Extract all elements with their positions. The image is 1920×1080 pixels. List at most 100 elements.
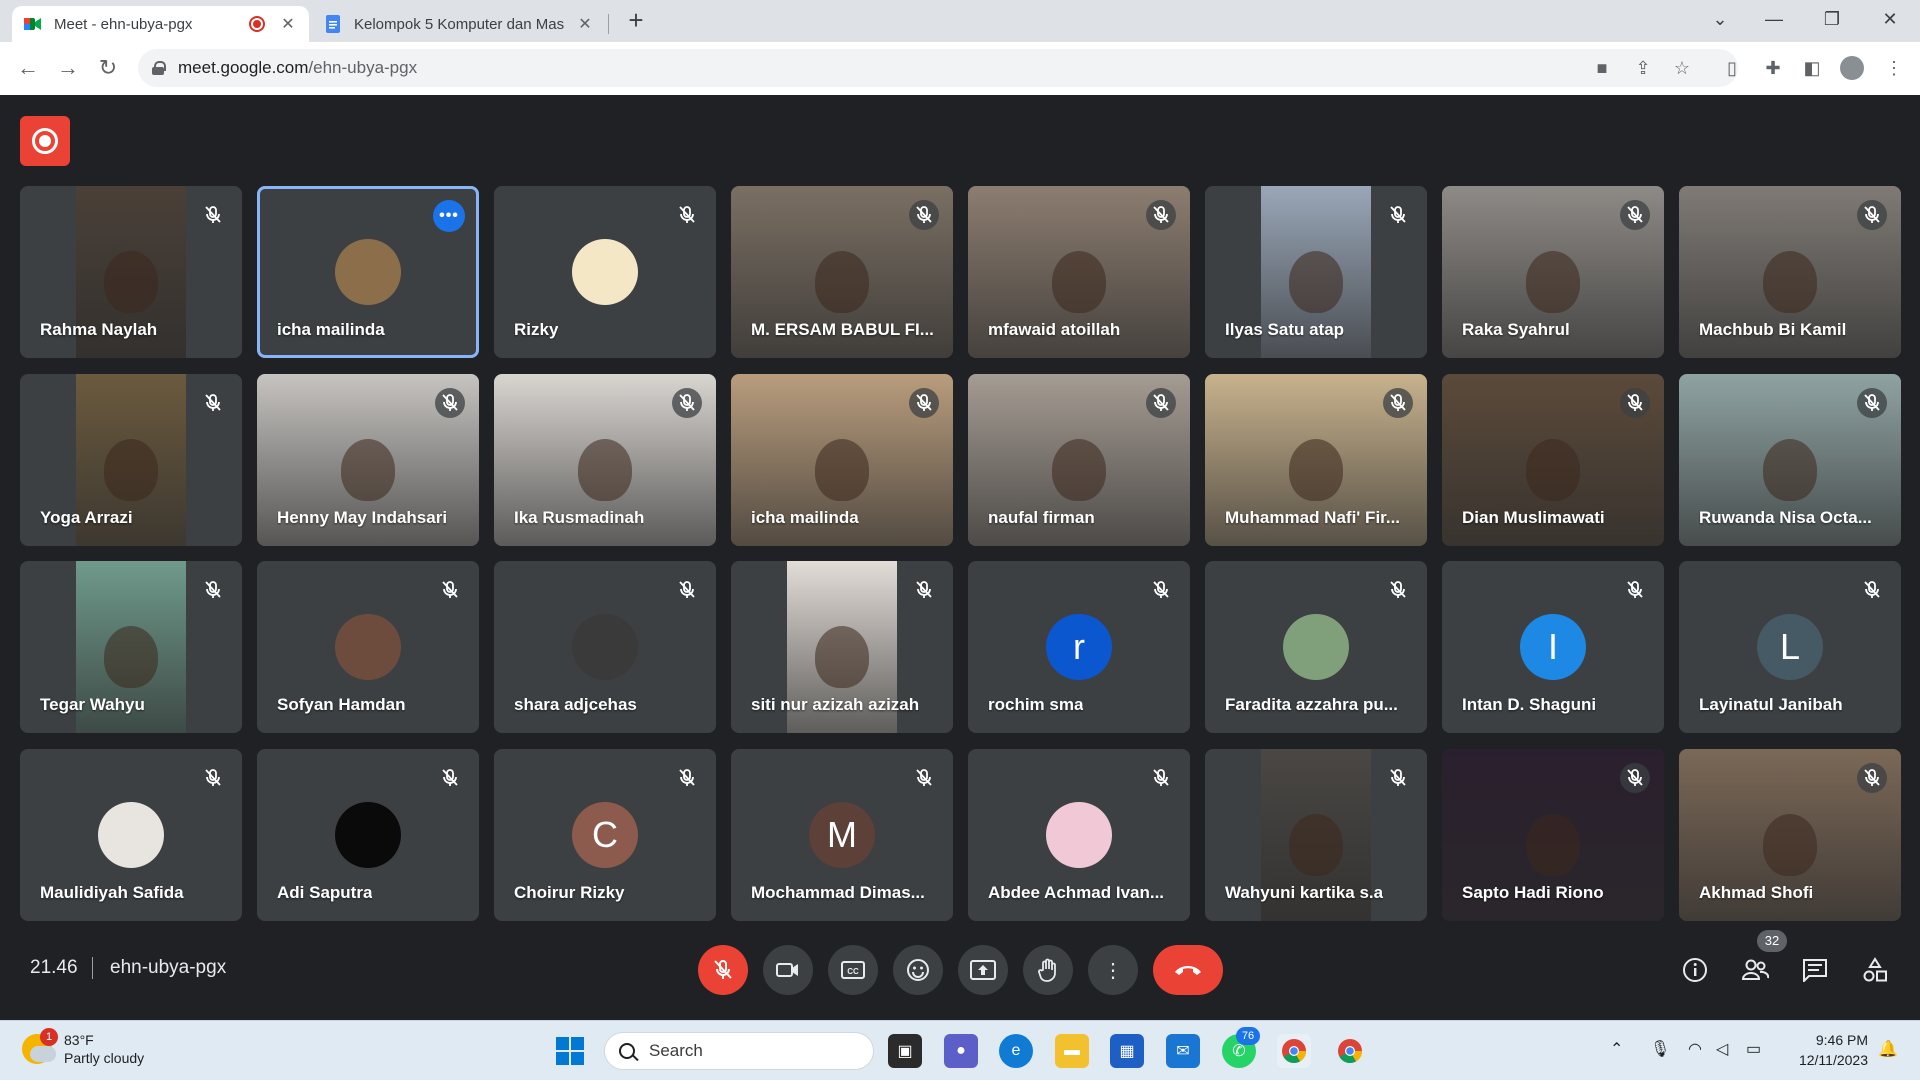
participant-tile[interactable]: Raka Syahrul — [1442, 186, 1664, 358]
participant-tile[interactable]: Maulidiyah Safida — [20, 749, 242, 921]
close-tab-icon[interactable]: ✕ — [576, 14, 594, 34]
weather-widget[interactable]: 1 83°F Partly cloudy — [22, 1028, 144, 1067]
tab-search-icon[interactable]: ⌄ — [1700, 4, 1740, 34]
mail-icon[interactable]: ✉ — [1166, 1034, 1200, 1068]
extensions-puzzle-icon[interactable]: ✚ — [1761, 56, 1785, 80]
new-tab-button[interactable]: + — [622, 6, 650, 34]
chrome-icon[interactable] — [1277, 1034, 1311, 1068]
participant-name: Henny May Indahsari — [277, 508, 448, 527]
participant-tile[interactable]: Dian Muslimawati — [1442, 374, 1664, 546]
wifi-icon[interactable]: ◠ — [1688, 1039, 1702, 1059]
show-hidden-icons-icon[interactable]: ⌃ — [1610, 1039, 1623, 1059]
taskbar-clock[interactable]: 9:46 PM 12/11/2023 — [1780, 1030, 1868, 1070]
minimize-icon[interactable]: — — [1754, 4, 1794, 34]
participant-tile[interactable]: Rizky — [494, 186, 716, 358]
leave-call-button[interactable] — [1153, 945, 1223, 995]
tab-meet[interactable]: Meet - ehn-ubya-pgx ✕ — [12, 6, 309, 42]
camera-in-use-icon[interactable]: ■ — [1590, 56, 1614, 80]
person-silhouette — [341, 439, 395, 502]
recording-badge-icon[interactable] — [20, 116, 70, 166]
task-view-icon[interactable]: ▣ — [888, 1034, 922, 1068]
participant-tile[interactable]: Sapto Hadi Riono — [1442, 749, 1664, 921]
participant-tile[interactable]: naufal firman — [968, 374, 1190, 546]
participant-tile[interactable]: C Choirur Rizky — [494, 749, 716, 921]
side-panel-icon[interactable]: ◧ — [1800, 56, 1824, 80]
start-button[interactable] — [553, 1034, 587, 1068]
chrome-menu-icon[interactable]: ⋮ — [1882, 56, 1906, 80]
meeting-details-button[interactable] — [1677, 952, 1713, 988]
share-icon[interactable]: ⇪ — [1631, 56, 1655, 80]
participant-tile[interactable]: Machbub Bi Kamil — [1679, 186, 1901, 358]
docs-favicon-icon — [324, 15, 342, 33]
participant-tile[interactable]: siti nur azizah azizah — [731, 561, 953, 733]
participant-tile[interactable]: Henny May Indahsari — [257, 374, 479, 546]
participant-name: Abdee Achmad Ivan... — [988, 883, 1165, 902]
people-button[interactable] — [1737, 952, 1773, 988]
participant-tile[interactable]: Muhammad Nafi' Fir... — [1205, 374, 1427, 546]
edge-browser-icon[interactable]: e — [999, 1034, 1033, 1068]
participant-tile[interactable]: Abdee Achmad Ivan... — [968, 749, 1190, 921]
people-icon — [1741, 959, 1769, 980]
muted-mic-icon — [909, 388, 939, 418]
muted-mic-icon — [909, 763, 939, 793]
present-screen-button[interactable] — [958, 945, 1008, 995]
leave-call-icon — [1175, 966, 1201, 975]
file-explorer-icon[interactable]: ▬ — [1055, 1034, 1089, 1068]
participant-tile[interactable]: M Mochammad Dimas... — [731, 749, 953, 921]
participant-avatar — [1046, 802, 1112, 868]
reactions-button[interactable] — [893, 945, 943, 995]
participant-tile[interactable]: icha mailinda ••• — [257, 186, 479, 358]
person-silhouette — [578, 439, 632, 502]
participant-tile[interactable]: r rochim sma — [968, 561, 1190, 733]
close-tab-icon[interactable]: ✕ — [279, 14, 297, 34]
address-bar[interactable]: meet.google.com/ehn-ubya-pgx — [138, 49, 1738, 87]
participant-tile[interactable]: Adi Saputra — [257, 749, 479, 921]
participant-tile[interactable]: Wahyuni kartika s.a — [1205, 749, 1427, 921]
microsoft-store-icon[interactable]: ▦ — [1110, 1034, 1144, 1068]
volume-icon[interactable]: ◁ — [1716, 1039, 1728, 1059]
participant-tile[interactable]: Tegar Wahyu — [20, 561, 242, 733]
participant-name: Dian Muslimawati — [1462, 508, 1605, 527]
notification-bell-icon[interactable]: 🔔 — [1878, 1039, 1898, 1059]
participant-tile[interactable]: Rahma Naylah — [20, 186, 242, 358]
raise-hand-button[interactable] — [1023, 945, 1073, 995]
participant-tile[interactable]: M. ERSAM BABUL FI... — [731, 186, 953, 358]
activities-button[interactable] — [1857, 952, 1893, 988]
forward-icon[interactable]: → — [54, 54, 82, 82]
bookmark-star-icon[interactable]: ☆ — [1670, 56, 1694, 80]
browser-tab-strip: Meet - ehn-ubya-pgx ✕ Kelompok 5 Kompute… — [0, 0, 1920, 42]
taskbar-search[interactable]: Search — [604, 1032, 874, 1070]
extension-icon[interactable]: ▯ — [1720, 56, 1744, 80]
tile-more-options-icon[interactable]: ••• — [433, 200, 465, 232]
participant-tile[interactable]: Akhmad Shofi — [1679, 749, 1901, 921]
participant-tile[interactable]: L Layinatul Janibah — [1679, 561, 1901, 733]
battery-icon[interactable]: ▭ — [1746, 1039, 1761, 1059]
participant-tile[interactable]: mfawaid atoillah — [968, 186, 1190, 358]
muted-mic-icon — [1146, 388, 1176, 418]
teams-chat-icon[interactable]: ● — [944, 1034, 978, 1068]
muted-mic-icon — [1857, 388, 1887, 418]
participant-tile[interactable]: icha mailinda — [731, 374, 953, 546]
mic-toggle-button[interactable] — [698, 945, 748, 995]
close-window-icon[interactable]: ✕ — [1870, 4, 1910, 34]
camera-toggle-button[interactable] — [763, 945, 813, 995]
participant-tile[interactable]: shara adjcehas — [494, 561, 716, 733]
participant-tile[interactable]: Ika Rusmadinah — [494, 374, 716, 546]
more-options-button[interactable]: ⋮ — [1088, 945, 1138, 995]
participant-tile[interactable]: Ilyas Satu atap — [1205, 186, 1427, 358]
chat-button[interactable] — [1797, 952, 1833, 988]
microphone-icon[interactable]: 🎙 — [1650, 1039, 1670, 1059]
captions-button[interactable]: CC — [828, 945, 878, 995]
reload-icon[interactable]: ↻ — [94, 54, 122, 82]
restore-icon[interactable]: ❐ — [1812, 4, 1852, 34]
participant-tile[interactable]: Ruwanda Nisa Octa... — [1679, 374, 1901, 546]
tab-docs[interactable]: Kelompok 5 Komputer dan Mas ✕ — [312, 6, 606, 42]
participant-tile[interactable]: Faradita azzahra pu... — [1205, 561, 1427, 733]
profile-avatar[interactable] — [1840, 56, 1864, 80]
muted-mic-icon — [672, 763, 702, 793]
participant-tile[interactable]: Yoga Arrazi — [20, 374, 242, 546]
participant-tile[interactable]: I Intan D. Shaguni — [1442, 561, 1664, 733]
chrome-profile-icon[interactable] — [1333, 1034, 1367, 1068]
back-icon[interactable]: ← — [14, 54, 42, 82]
participant-tile[interactable]: Sofyan Hamdan — [257, 561, 479, 733]
